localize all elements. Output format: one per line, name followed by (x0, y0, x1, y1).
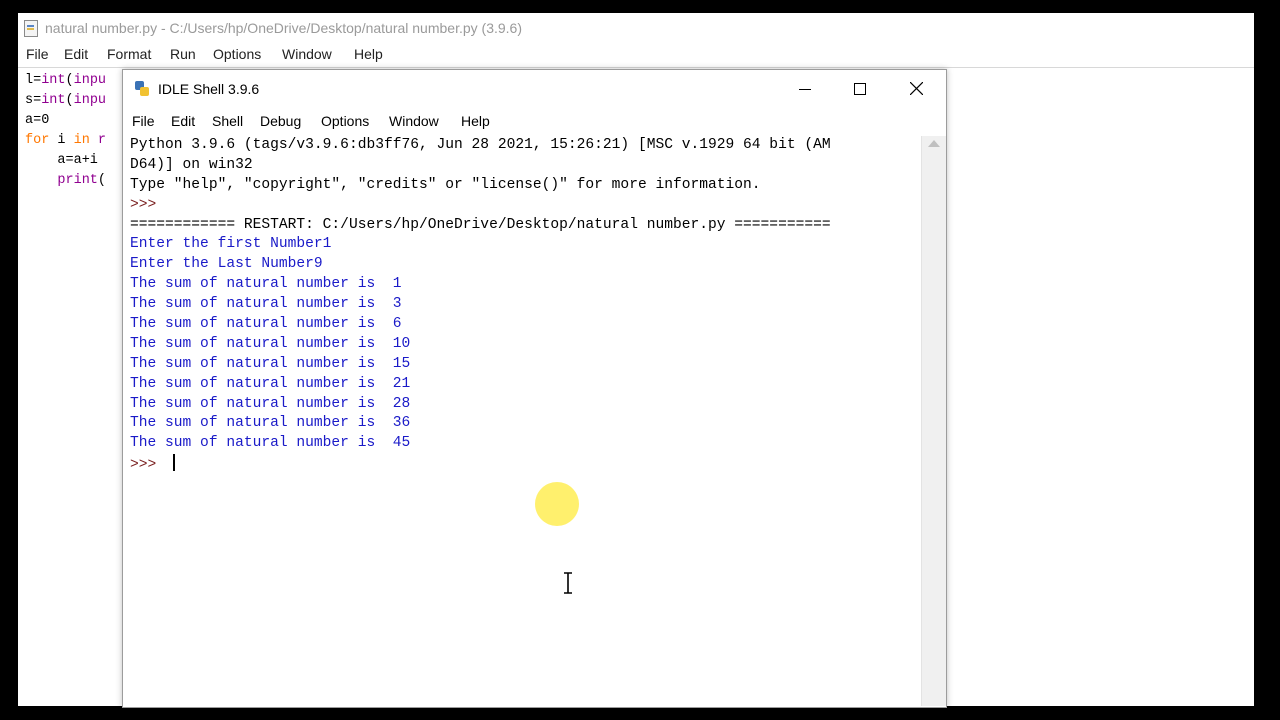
shell-line-text: The sum of natural number is 10 (130, 335, 411, 352)
shell-text-area[interactable]: Python 3.9.6 (tags/v3.9.6:db3ff76, Jun 2… (123, 136, 921, 706)
close-button[interactable] (893, 70, 939, 107)
code-token: i (49, 133, 74, 148)
code-token: r (89, 133, 107, 148)
editor-menu-options[interactable]: Options (213, 46, 261, 62)
shell-line-text: The sum of natural number is 6 (130, 316, 402, 333)
shell-line: The sum of natural number is 15 (130, 355, 831, 375)
editor-titlebar[interactable]: natural number.py - C:/Users/hp/OneDrive… (18, 13, 1254, 43)
shell-line: ============ RESTART: C:/Users/hp/OneDri… (130, 216, 831, 236)
shell-line-text: Python 3.9.6 (tags/v3.9.6:db3ff76, Jun 2… (130, 137, 831, 153)
code-token: for (25, 133, 50, 148)
editor-title: natural number.py - C:/Users/hp/OneDrive… (45, 20, 522, 36)
shell-line-text: The sum of natural number is 36 (130, 415, 411, 432)
shell-line-text: The sum of natural number is 1 (130, 276, 402, 293)
shell-titlebar[interactable]: IDLE Shell 3.9.6 (123, 70, 946, 107)
shell-menu-edit[interactable]: Edit (171, 113, 195, 129)
code-token: ( (97, 173, 107, 188)
shell-menu-help[interactable]: Help (461, 113, 490, 129)
code-token: l= (25, 73, 42, 88)
maximize-icon (854, 82, 866, 95)
code-token: inpu (73, 73, 107, 88)
shell-line: Python 3.9.6 (tags/v3.9.6:db3ff76, Jun 2… (130, 136, 831, 156)
shell-line: Enter the Last Number9 (130, 255, 831, 275)
shell-line: The sum of natural number is 6 (130, 315, 831, 335)
shell-line-text: The sum of natural number is 28 (130, 395, 411, 412)
code-token: inpu (73, 93, 107, 108)
shell-menu-debug[interactable]: Debug (260, 113, 301, 129)
shell-line: The sum of natural number is 36 (130, 414, 831, 434)
code-token: int (41, 73, 66, 88)
shell-line: The sum of natural number is 1 (130, 275, 831, 295)
cursor-highlight (535, 482, 579, 526)
shell-menubar: File Edit Shell Debug Options Window Hel… (123, 107, 946, 135)
shell-line: The sum of natural number is 3 (130, 295, 831, 315)
shell-line: The sum of natural number is 28 (130, 395, 831, 415)
editor-menubar: File Edit Format Run Options Window Help (18, 43, 1254, 68)
shell-line: The sum of natural number is 10 (130, 335, 831, 355)
editor-menu-help[interactable]: Help (354, 46, 383, 62)
shell-line-text: The sum of natural number is 3 (130, 296, 402, 313)
shell-line: The sum of natural number is 21 (130, 375, 831, 395)
code-token: s= (25, 93, 42, 108)
shell-line-text: >>> (130, 196, 166, 213)
shell-output: Python 3.9.6 (tags/v3.9.6:db3ff76, Jun 2… (130, 136, 831, 474)
code-token: int (41, 93, 66, 108)
shell-line-text: The sum of natural number is 45 (130, 435, 411, 452)
shell-menu-options[interactable]: Options (321, 113, 369, 129)
shell-title: IDLE Shell 3.9.6 (158, 81, 260, 97)
editor-menu-edit[interactable]: Edit (64, 46, 88, 62)
vertical-scrollbar[interactable] (921, 136, 946, 706)
code-token: a=0 (25, 113, 50, 128)
shell-line-text: The sum of natural number is 21 (130, 375, 411, 392)
minimize-icon (799, 88, 811, 90)
shell-line-text: D64)] on win32 (130, 156, 253, 173)
shell-line-text: Enter the first Number1 (130, 236, 332, 253)
shell-line: Type "help", "copyright", "credits" or "… (130, 176, 831, 196)
shell-line-text: Enter the Last Number9 (130, 256, 323, 273)
code-token: ( (65, 73, 74, 88)
idle-app-icon (135, 81, 149, 97)
shell-menu-file[interactable]: File (132, 113, 155, 129)
shell-line-text: ============ RESTART: C:/Users/hp/OneDri… (130, 216, 831, 233)
minimize-button[interactable] (782, 70, 828, 107)
idle-shell-window[interactable]: IDLE Shell 3.9.6 File Edit Shell Debug O… (122, 69, 947, 708)
shell-line-text: The sum of natural number is 15 (130, 355, 411, 372)
code-token: print (57, 173, 98, 188)
maximize-button[interactable] (837, 70, 883, 107)
editor-menu-window[interactable]: Window (282, 46, 332, 62)
shell-line: The sum of natural number is 45 (130, 434, 831, 454)
shell-line-text: Type "help", "copyright", "credits" or "… (130, 176, 761, 193)
close-icon (909, 82, 923, 95)
text-cursor-icon (564, 572, 572, 594)
editor-menu-run[interactable]: Run (170, 46, 196, 62)
code-token: a=a+i (25, 153, 98, 168)
editor-menu-format[interactable]: Format (107, 46, 151, 62)
shell-menu-window[interactable]: Window (389, 113, 439, 129)
text-caret (173, 454, 176, 472)
shell-prompt-line: >>> (130, 196, 831, 216)
code-token: ( (65, 93, 74, 108)
shell-line-text: >>> (130, 457, 166, 474)
python-file-icon (24, 20, 38, 37)
editor-menu-file[interactable]: File (26, 46, 49, 62)
shell-menu-shell[interactable]: Shell (212, 113, 243, 129)
shell-line: D64)] on win32 (130, 156, 831, 176)
shell-line: Enter the first Number1 (130, 235, 831, 255)
shell-prompt-line: >>> (130, 454, 831, 474)
scroll-up-icon[interactable] (928, 140, 940, 147)
code-token: in (73, 133, 90, 148)
